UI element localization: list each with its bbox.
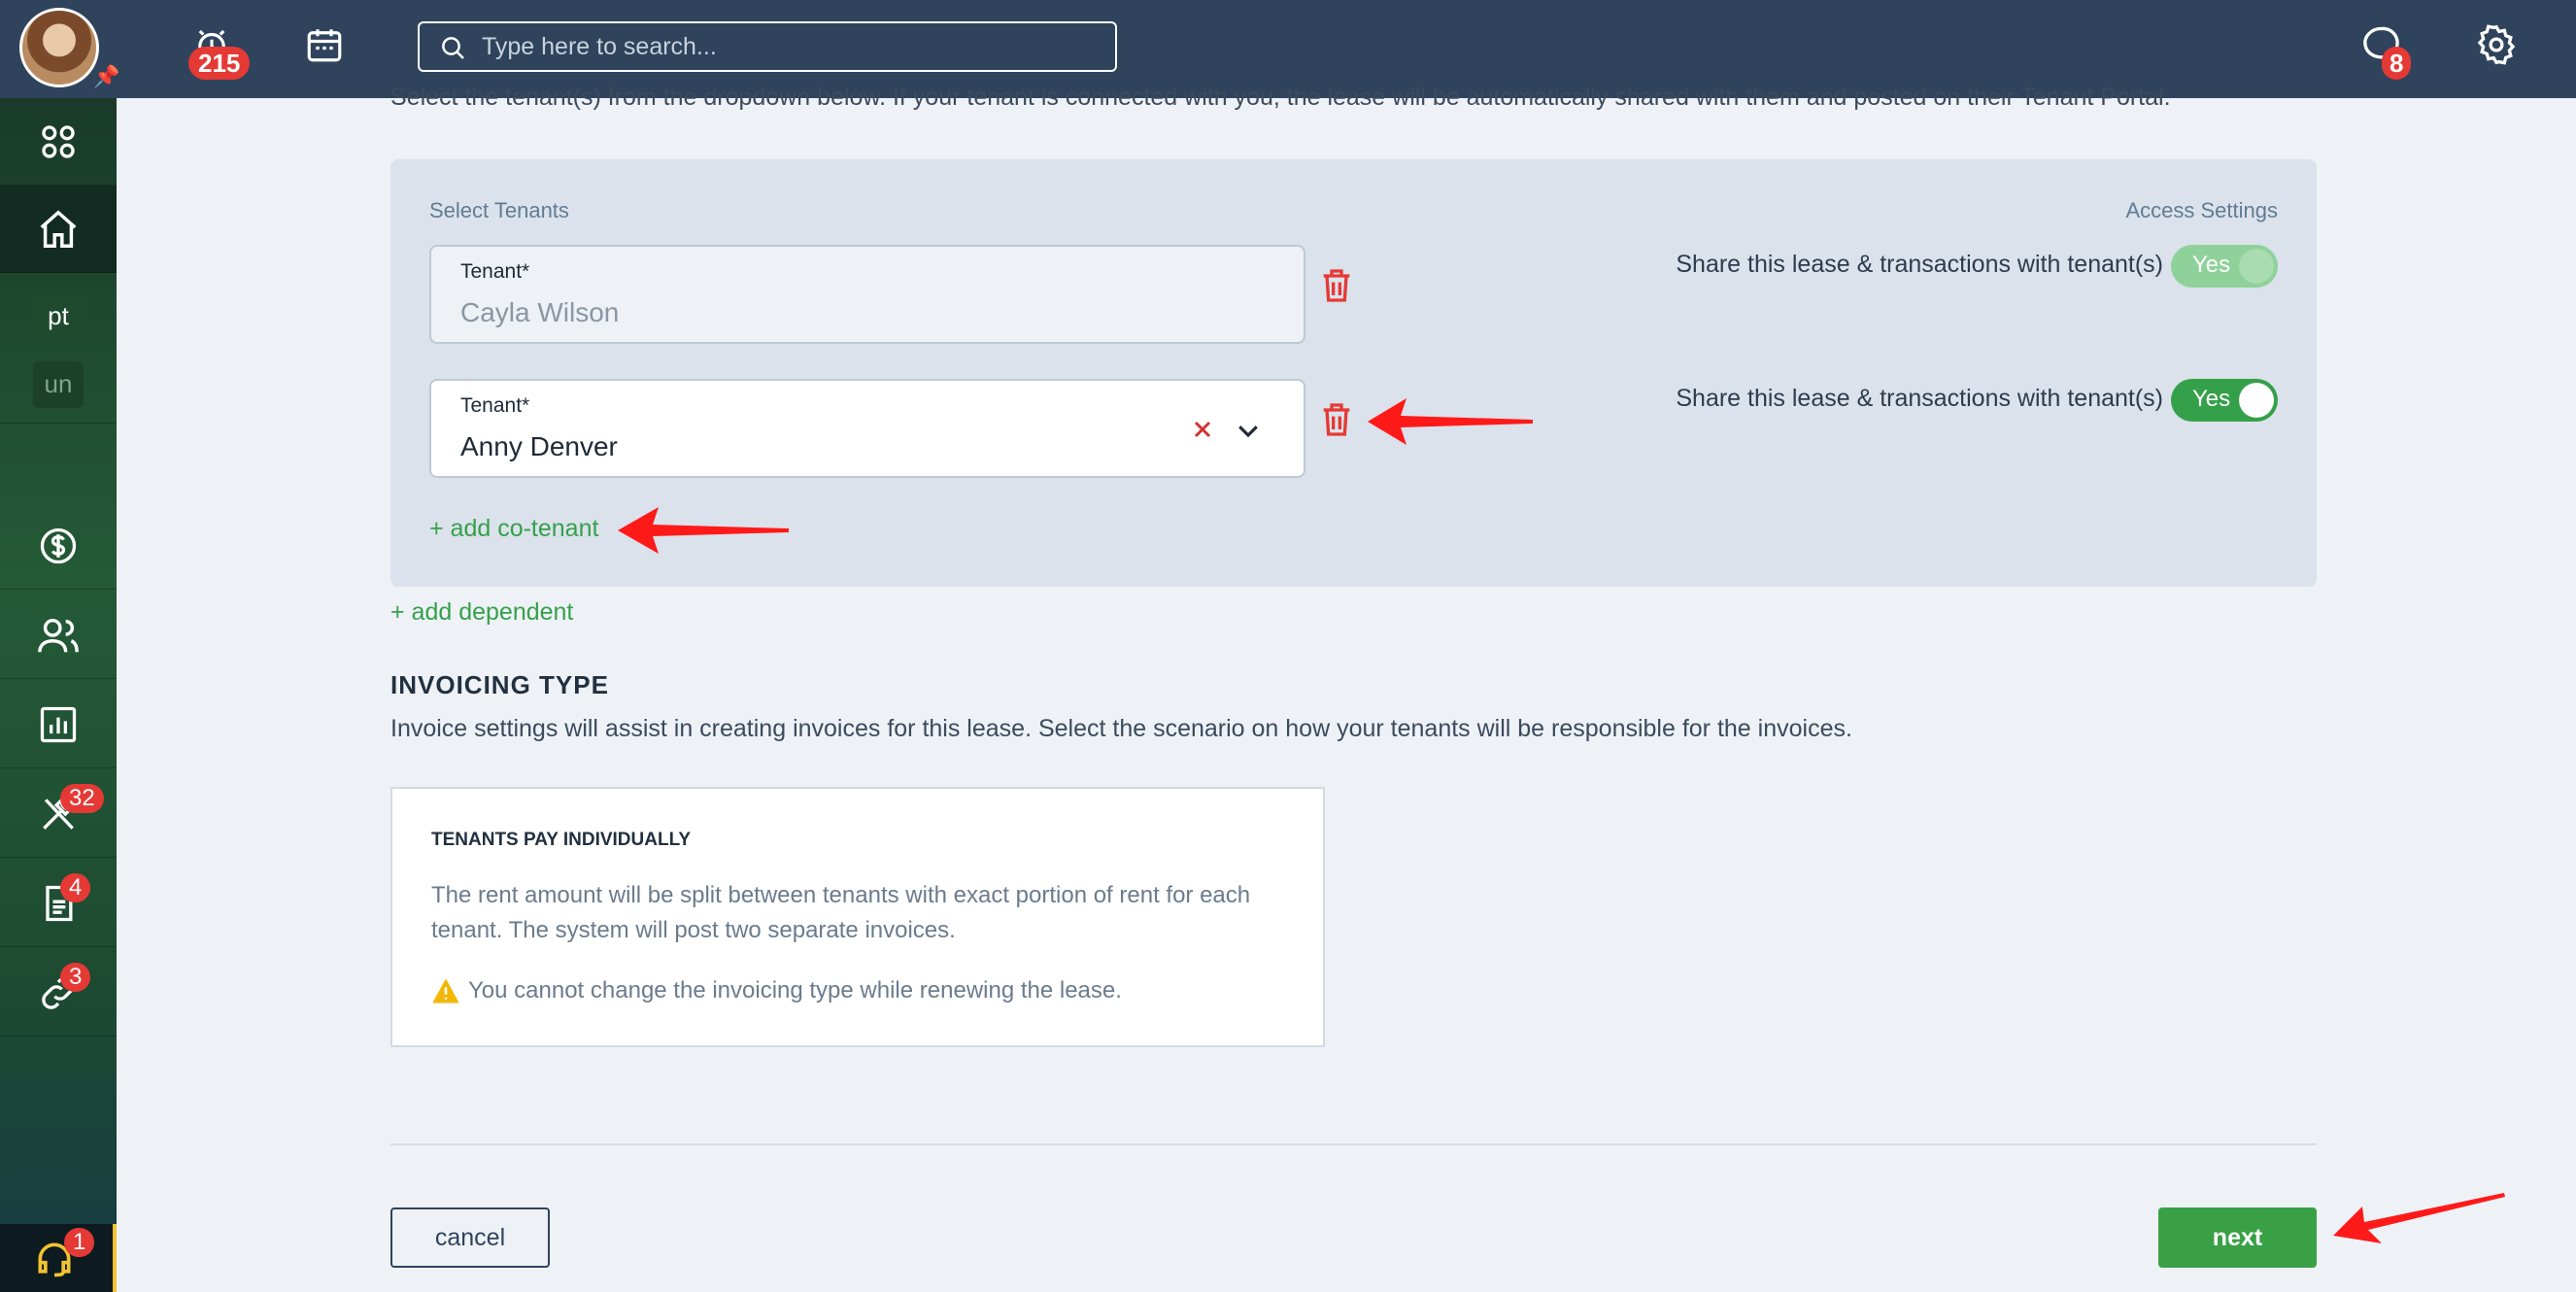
chart-icon	[40, 706, 77, 742]
tenant-field-1: Tenant* Cayla Wilson	[429, 245, 1305, 344]
search-box[interactable]	[418, 21, 1117, 72]
divider	[390, 1143, 2317, 1145]
sidebar-item-finance[interactable]	[0, 502, 117, 590]
clear-icon[interactable]	[1189, 416, 1216, 443]
toggle-label: Yes	[2192, 252, 2231, 278]
apps-icon	[42, 124, 75, 158]
sidebar-item-maintenance[interactable]: 32	[0, 770, 117, 858]
access-settings-label: Access Settings	[2125, 198, 2278, 222]
gear-icon[interactable]	[2473, 21, 2520, 68]
toggle-knob	[2239, 383, 2274, 418]
cancel-button[interactable]: cancel	[390, 1207, 550, 1268]
sidebar-item-apps[interactable]	[0, 98, 117, 186]
tenant-field-2[interactable]: Tenant* Anny Denver	[429, 379, 1305, 478]
invoicing-option-title: TENANTS PAY INDIVIDUALLY	[431, 830, 692, 850]
people-icon	[38, 618, 79, 652]
tenant-field-label: Tenant*	[460, 394, 530, 417]
next-button[interactable]: next	[2158, 1207, 2317, 1268]
warning-icon	[432, 978, 459, 1003]
sidebar-item-home[interactable]	[0, 186, 117, 273]
annotation-arrow-trash	[1368, 398, 1533, 445]
search-input[interactable]	[482, 32, 1115, 61]
support-button[interactable]: 1	[0, 1224, 117, 1292]
invoicing-title: INVOICING TYPE	[390, 670, 609, 699]
intro-text: Select the tenant(s) from the dropdown b…	[390, 84, 2171, 111]
invoicing-option-text: The rent amount will be split between te…	[431, 882, 1251, 943]
home-icon	[40, 209, 77, 248]
sidebar-item-pt[interactable]: pt	[33, 292, 84, 340]
links-badge: 3	[60, 963, 91, 992]
pin-icon[interactable]: 📌	[93, 64, 119, 89]
alarm-badge: 215	[188, 47, 251, 80]
annotation-arrow-next	[2333, 1193, 2505, 1243]
sidebar-item-people[interactable]	[0, 592, 117, 679]
add-cotenant-link[interactable]: + add co-tenant	[429, 515, 598, 543]
chat-badge: 8	[2382, 47, 2412, 80]
dollar-icon	[40, 527, 77, 563]
sidebar: pt un 32 4 3 1	[0, 98, 117, 1292]
add-dependent-link[interactable]: + add dependent	[390, 598, 573, 627]
share-toggle-2[interactable]: Yes	[2171, 379, 2278, 422]
share-text-2: Share this lease & transactions with ten…	[1676, 385, 2163, 412]
invoicing-option-card[interactable]: TENANTS PAY INDIVIDUALLY The rent amount…	[390, 787, 1325, 1047]
share-text-1: Share this lease & transactions with ten…	[1676, 251, 2163, 278]
sidebar-workspaces: pt un	[0, 278, 117, 424]
share-toggle-1[interactable]: Yes	[2171, 245, 2278, 288]
tenant-value: Anny Denver	[460, 431, 618, 461]
trash-icon[interactable]	[1317, 264, 1356, 307]
invoicing-warning: You cannot change the invoicing type whi…	[431, 977, 1122, 1004]
warning-text: You cannot change the invoicing type whi…	[468, 977, 1122, 1003]
trash-icon[interactable]	[1317, 398, 1356, 441]
tenant-field-label: Tenant*	[460, 260, 530, 283]
invoicing-description: Invoice settings will assist in creating…	[390, 715, 1852, 742]
sidebar-item-reports[interactable]	[0, 681, 117, 768]
toggle-label: Yes	[2192, 386, 2231, 412]
sidebar-item-documents[interactable]: 4	[0, 860, 117, 947]
search-icon	[442, 37, 464, 59]
documents-badge: 4	[60, 873, 91, 902]
calendar-icon[interactable]	[301, 21, 348, 68]
select-tenants-label: Select Tenants	[429, 198, 569, 222]
tenant-value: Cayla Wilson	[460, 297, 620, 327]
toggle-knob	[2239, 249, 2274, 284]
support-badge: 1	[64, 1228, 95, 1257]
sidebar-item-links[interactable]: 3	[0, 949, 117, 1037]
annotation-arrow-cotenant	[618, 507, 789, 554]
maintenance-badge: 32	[60, 784, 104, 813]
chevron-down-icon[interactable]	[1234, 416, 1263, 445]
user-avatar[interactable]	[19, 8, 99, 87]
sidebar-item-un[interactable]: un	[33, 360, 84, 408]
